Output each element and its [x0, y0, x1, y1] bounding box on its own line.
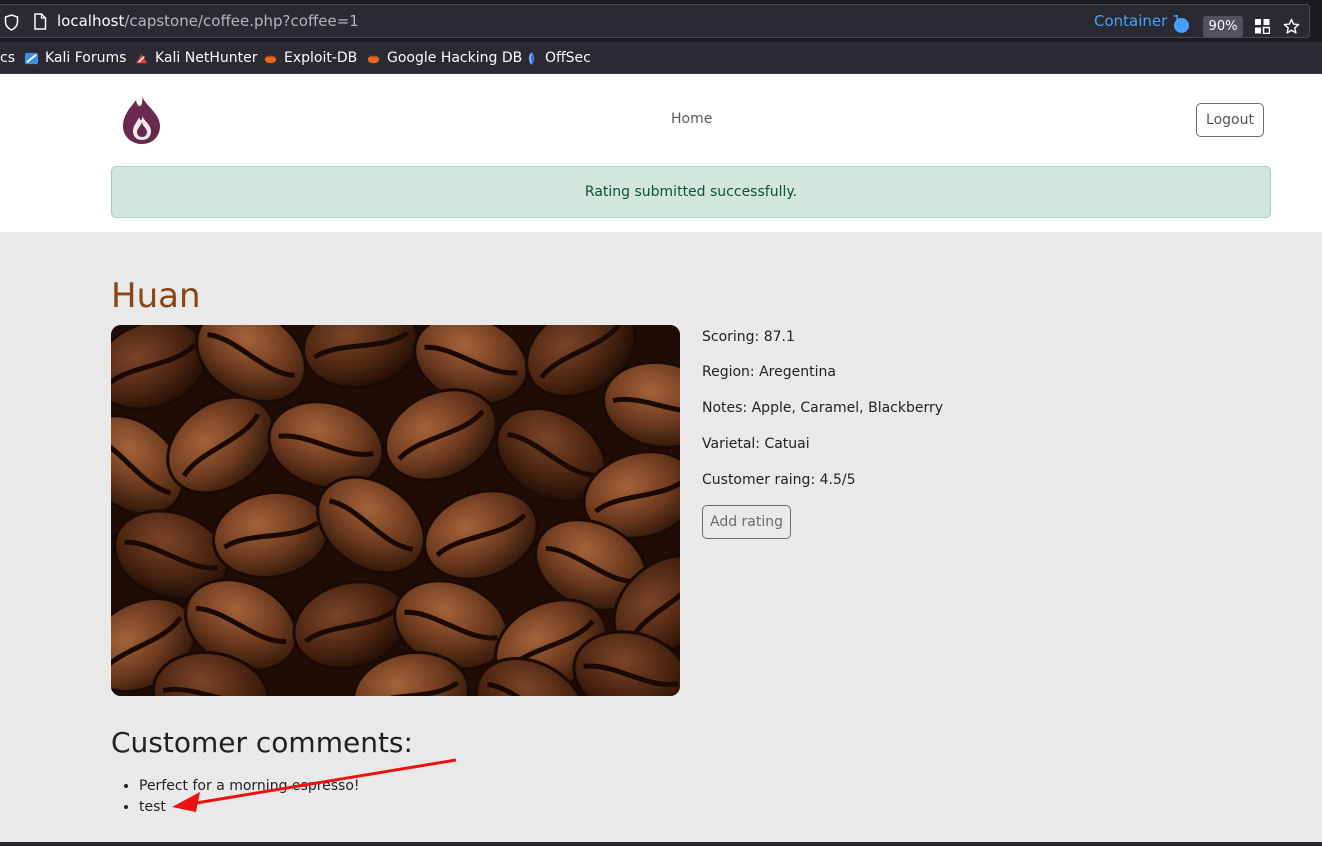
bookmark-item[interactable]: Kali NetHunter [134, 48, 257, 68]
bookmark-label: Kali Forums [45, 50, 127, 66]
success-alert: Rating submitted successfully. [111, 166, 1271, 218]
kali-forums-icon [24, 52, 39, 64]
detail-varietal: Varietal: Catuai [702, 436, 810, 452]
logout-button[interactable]: Logout [1196, 103, 1264, 137]
container-dot-icon [1174, 18, 1189, 33]
zoom-level-button[interactable]: 90% [1203, 16, 1243, 37]
detail-scoring: Scoring: 87.1 [702, 329, 795, 345]
bookmark-item[interactable]: Kali Forums [24, 48, 126, 68]
bookmark-item[interactable]: OffSec [524, 48, 591, 68]
detail-region: Region: Aregentina [702, 364, 836, 380]
bookmark-item[interactable]: Exploit-DB [263, 48, 357, 68]
flame-logo-icon[interactable] [120, 92, 164, 150]
url-text[interactable]: localhost/capstone/coffee.php?coffee=1 [57, 12, 359, 30]
url-host: localhost [57, 12, 125, 30]
bookmark-label: Google Hacking DB [387, 50, 523, 66]
url-path: /capstone/coffee.php?coffee=1 [124, 12, 359, 30]
shield-icon[interactable] [4, 14, 19, 35]
offsec-icon [528, 51, 535, 65]
add-rating-button[interactable]: Add rating [702, 505, 791, 539]
coffee-beans-photo [111, 325, 680, 696]
bookmark-item[interactable]: cs [0, 48, 15, 68]
nav-home-link[interactable]: Home [671, 111, 712, 127]
detail-customer-rating: Customer raing: 4.5/5 [702, 472, 856, 488]
bookmark-star-icon[interactable] [1283, 18, 1300, 39]
nethunter-icon [135, 53, 148, 63]
detail-notes: Notes: Apple, Caramel, Blackberry [702, 400, 944, 416]
bookmark-label: Exploit-DB [284, 50, 358, 66]
bookmark-item[interactable]: Google Hacking DB [366, 48, 522, 68]
ghdb-icon [367, 55, 380, 63]
bookmark-label: Kali NetHunter [155, 50, 258, 66]
page-header: Home Logout Rating submitted successfull… [0, 74, 1322, 232]
coffee-title: Huan [111, 276, 201, 316]
bookmark-label: cs [0, 50, 15, 66]
page-icon[interactable] [33, 13, 47, 34]
bookmarks-toolbar: cs Kali Forums Kali NetHunter Exploit-DB… [0, 42, 1322, 74]
browser-toolbar: localhost/capstone/coffee.php?coffee=1 C… [0, 0, 1322, 42]
window-bottom-edge [0, 842, 1322, 846]
container-label[interactable]: Container 1 [1094, 12, 1182, 30]
address-bar[interactable]: localhost/capstone/coffee.php?coffee=1 C… [0, 4, 1310, 38]
annotation-arrow-icon [172, 758, 457, 812]
bookmark-label: OffSec [545, 50, 591, 66]
extensions-grid-icon[interactable] [1255, 19, 1271, 38]
exploitdb-icon [264, 55, 277, 63]
